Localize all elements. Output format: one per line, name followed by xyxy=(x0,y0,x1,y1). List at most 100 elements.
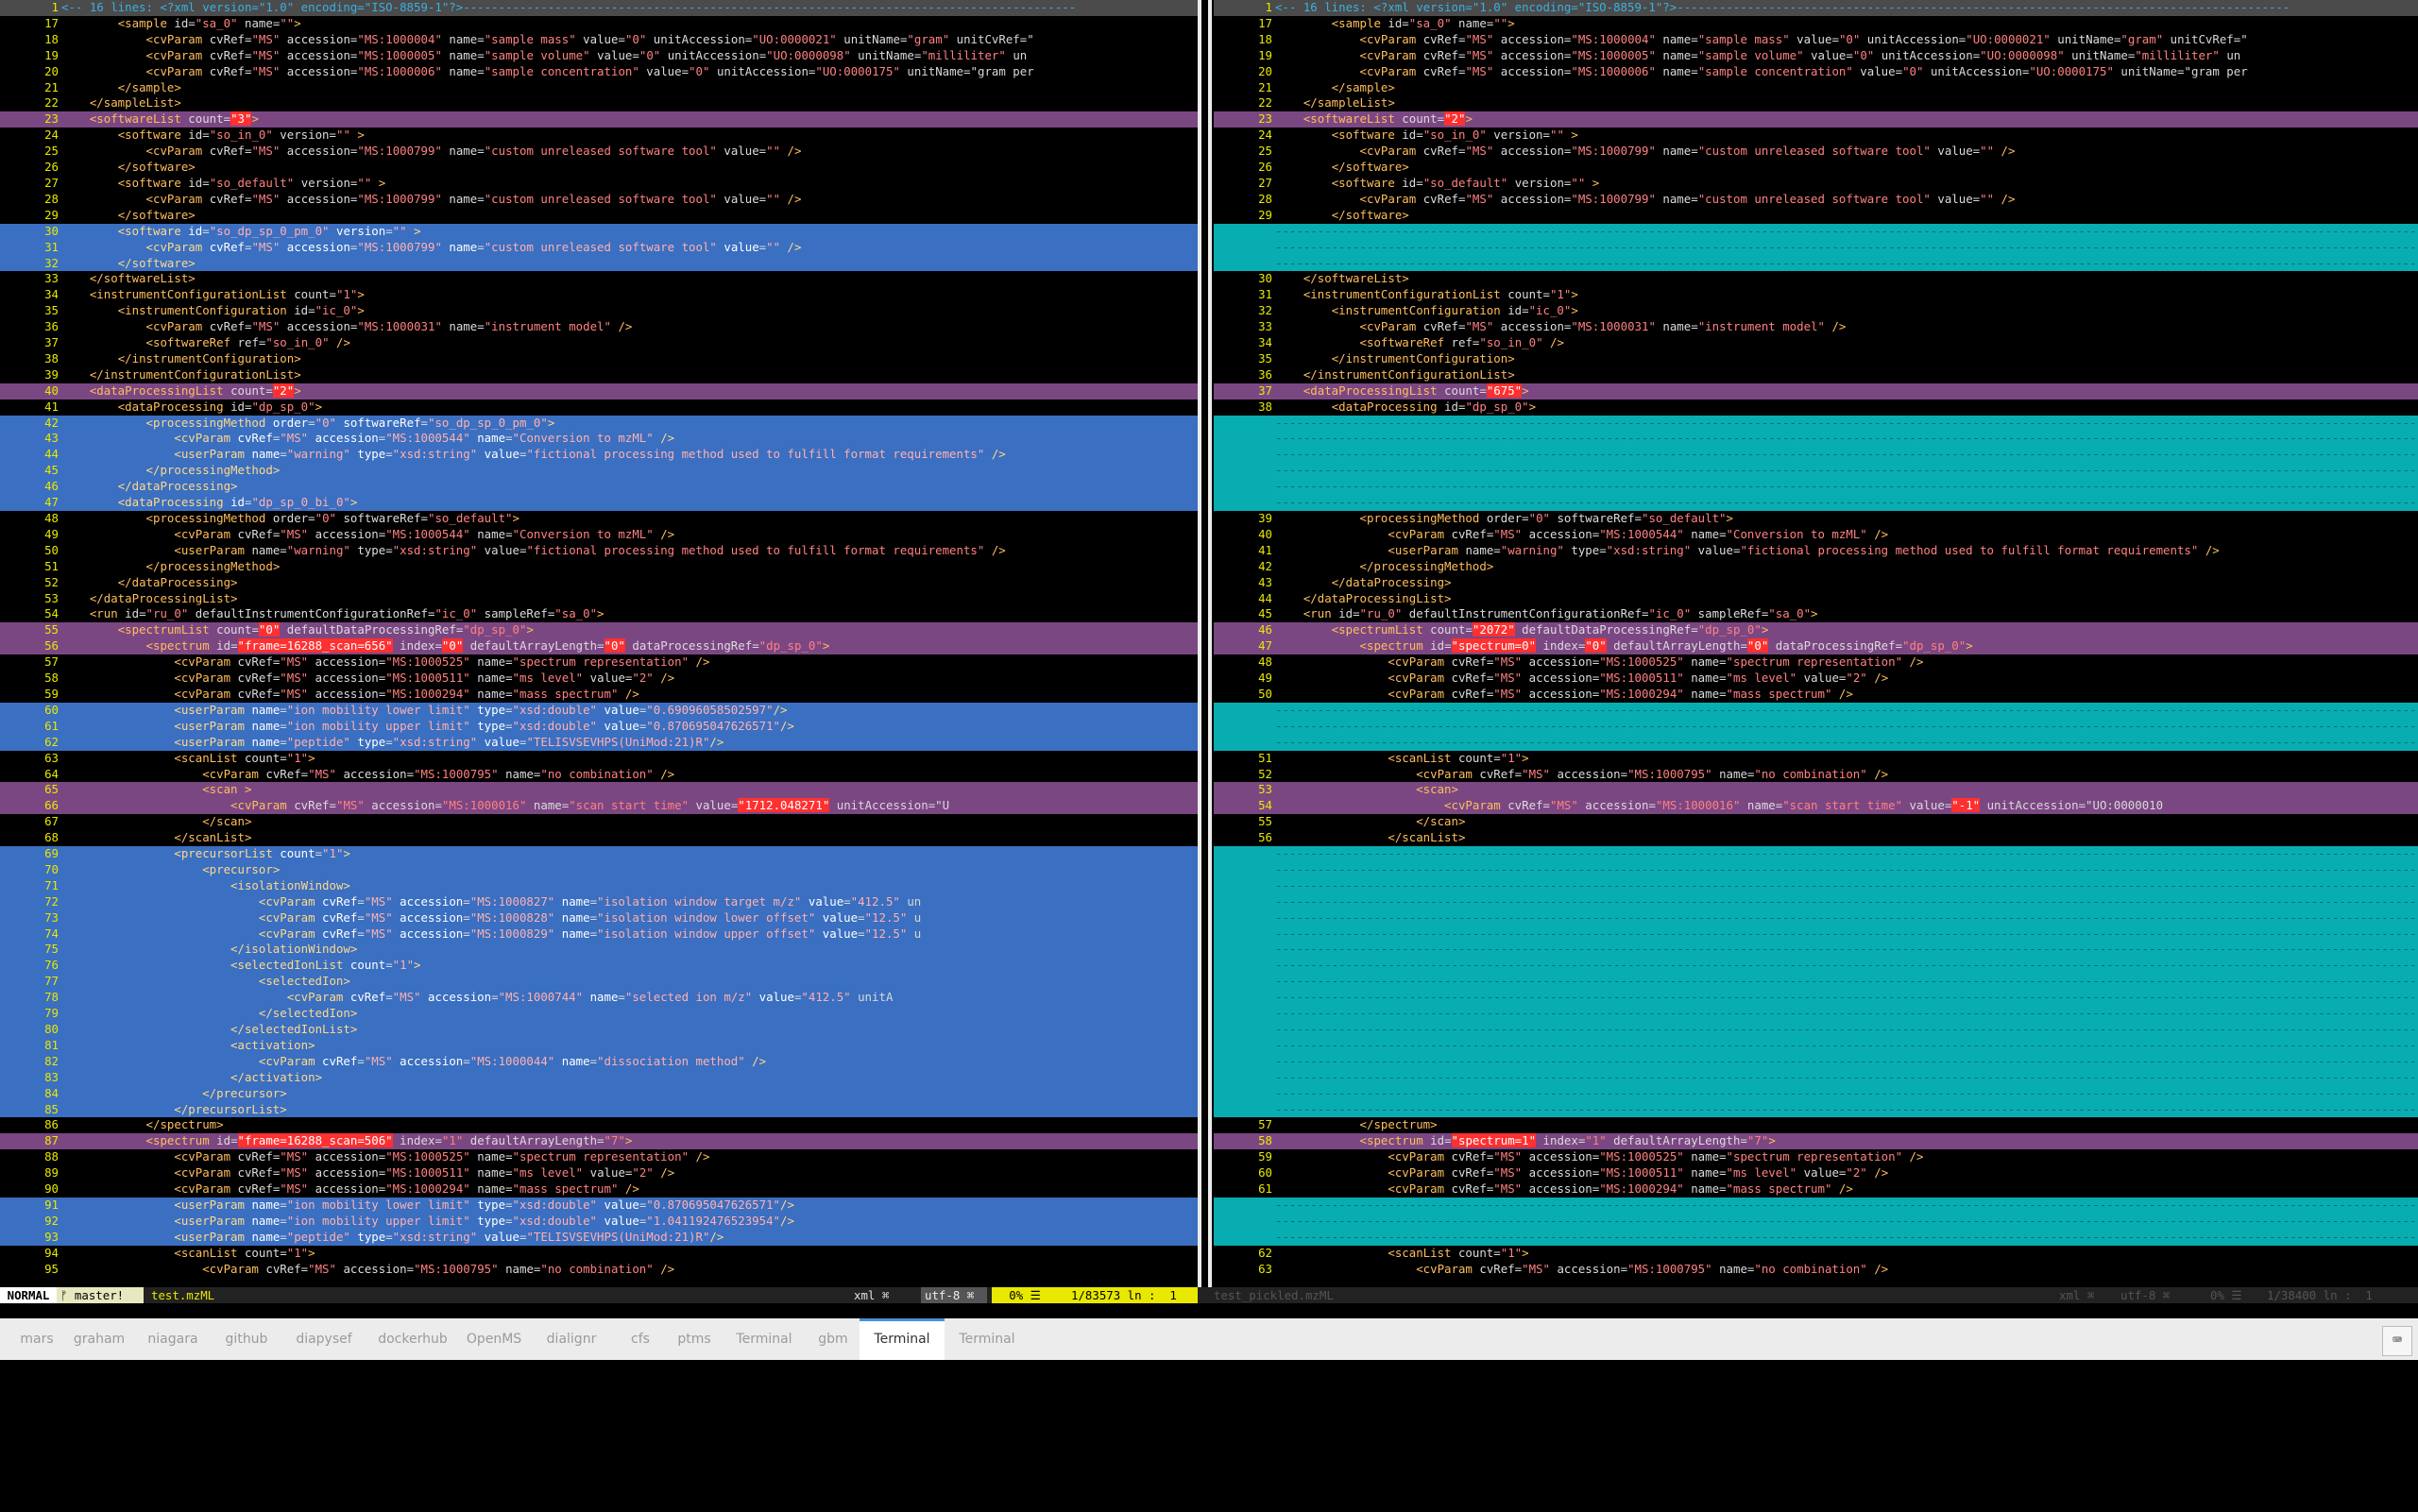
code-line[interactable]: 23 <softwareList count="2"> xyxy=(1214,111,2418,128)
code-line[interactable]: 44 <userParam name="warning" type="xsd:s… xyxy=(0,447,1198,464)
code-line[interactable]: 53 </dataProcessingList> xyxy=(0,591,1198,607)
code-line[interactable]: 86 </spectrum> xyxy=(0,1117,1198,1133)
diff-filler-line[interactable]: ----------------------------------------… xyxy=(1214,447,2418,464)
terminal-tab[interactable]: cfs xyxy=(614,1318,667,1360)
code-line[interactable]: 94 <scanList count="1"> xyxy=(0,1246,1198,1262)
diff-filler-line[interactable]: ----------------------------------------… xyxy=(1214,942,2418,959)
code-line[interactable]: 63 <scanList count="1"> xyxy=(0,751,1198,767)
code-line[interactable]: 81 <activation> xyxy=(0,1037,1198,1054)
left-diff-pane[interactable]: 1 <-- 16 lines: <?xml version="1.0" encod… xyxy=(0,0,1198,1287)
code-line[interactable]: 37 <softwareRef ref="so_in_0" /> xyxy=(0,335,1198,351)
code-line[interactable]: 73 <cvParam cvRef="MS" accession="MS:100… xyxy=(0,909,1198,926)
code-line[interactable]: 18 <cvParam cvRef="MS" accession="MS:100… xyxy=(1214,32,2418,48)
code-line[interactable]: 85 </precursorList> xyxy=(0,1101,1198,1118)
code-line[interactable]: 21 </sample> xyxy=(1214,80,2418,96)
diff-filler-line[interactable]: ----------------------------------------… xyxy=(1214,1006,2418,1022)
code-line[interactable]: 45 <run id="ru_0" defaultInstrumentConfi… xyxy=(1214,606,2418,622)
code-line[interactable]: 47 <dataProcessing id="dp_sp_0_bi_0"> xyxy=(0,495,1198,511)
code-line[interactable]: 49 <cvParam cvRef="MS" accession="MS:100… xyxy=(0,527,1198,543)
code-line[interactable]: 58 <spectrum id="spectrum=1" index="1" d… xyxy=(1214,1133,2418,1150)
code-line[interactable]: 19 <cvParam cvRef="MS" accession="MS:100… xyxy=(1214,48,2418,64)
diff-filler-line[interactable]: ----------------------------------------… xyxy=(1214,239,2418,256)
diff-filler-line[interactable]: ----------------------------------------… xyxy=(1214,734,2418,751)
terminal-tab[interactable]: github xyxy=(212,1318,281,1360)
diff-filler-line[interactable]: ----------------------------------------… xyxy=(1214,255,2418,272)
code-line[interactable]: 59 <cvParam cvRef="MS" accession="MS:100… xyxy=(1214,1149,2418,1165)
code-line[interactable]: 52 </dataProcessing> xyxy=(0,575,1198,591)
code-line[interactable]: 25 <cvParam cvRef="MS" accession="MS:100… xyxy=(0,144,1198,160)
diff-filler-line[interactable]: ----------------------------------------… xyxy=(1214,702,2418,719)
diff-filler-line[interactable]: ----------------------------------------… xyxy=(1214,909,2418,926)
code-line[interactable]: 40 <dataProcessingList count="2"> xyxy=(0,382,1198,399)
code-line[interactable]: 53 <scan> xyxy=(1214,782,2418,799)
code-line[interactable]: 20 <cvParam cvRef="MS" accession="MS:100… xyxy=(0,64,1198,80)
code-line[interactable]: 64 <cvParam cvRef="MS" accession="MS:100… xyxy=(0,767,1198,783)
code-line[interactable]: 62 <scanList count="1"> xyxy=(1214,1246,2418,1262)
code-line[interactable]: 80 </selectedIonList> xyxy=(0,1022,1198,1038)
code-line[interactable]: 20 <cvParam cvRef="MS" accession="MS:100… xyxy=(1214,64,2418,80)
diff-filler-line[interactable]: ----------------------------------------… xyxy=(1214,1053,2418,1070)
terminal-tab[interactable]: graham xyxy=(64,1318,134,1360)
code-line[interactable]: 93 <userParam name="peptide" type="xsd:s… xyxy=(0,1229,1198,1246)
diff-filler-line[interactable]: ----------------------------------------… xyxy=(1214,718,2418,735)
code-line[interactable]: 36 <cvParam cvRef="MS" accession="MS:100… xyxy=(0,319,1198,335)
code-line[interactable]: 51 </processingMethod> xyxy=(0,559,1198,575)
code-line[interactable]: 49 <cvParam cvRef="MS" accession="MS:100… xyxy=(1214,671,2418,687)
code-line[interactable]: 61 <userParam name="ion mobility upper l… xyxy=(0,718,1198,735)
diff-filler-line[interactable]: ----------------------------------------… xyxy=(1214,223,2418,240)
terminal-tab[interactable]: Terminal xyxy=(860,1318,945,1360)
code-line[interactable]: 78 <cvParam cvRef="MS" accession="MS:100… xyxy=(0,990,1198,1007)
code-line[interactable]: 46 <spectrumList count="2072" defaultDat… xyxy=(1214,622,2418,639)
code-line[interactable]: 66 <cvParam cvRef="MS" accession="MS:100… xyxy=(0,798,1198,815)
terminal-tab[interactable]: ptms xyxy=(667,1318,722,1360)
diff-filler-line[interactable]: ----------------------------------------… xyxy=(1214,1197,2418,1214)
code-line[interactable]: 28 <cvParam cvRef="MS" accession="MS:100… xyxy=(1214,192,2418,208)
code-line[interactable]: 41 <dataProcessing id="dp_sp_0"> xyxy=(0,399,1198,416)
diff-filler-line[interactable]: ----------------------------------------… xyxy=(1214,877,2418,894)
code-line[interactable]: 54 <cvParam cvRef="MS" accession="MS:100… xyxy=(1214,798,2418,815)
code-line[interactable]: 32 <instrumentConfiguration id="ic_0"> xyxy=(1214,303,2418,319)
code-line[interactable]: 90 <cvParam cvRef="MS" accession="MS:100… xyxy=(0,1181,1198,1198)
code-line[interactable]: 29 </software> xyxy=(1214,208,2418,224)
code-line[interactable]: 84 </precursor> xyxy=(0,1085,1198,1102)
code-line[interactable]: 65 <scan > xyxy=(0,782,1198,799)
terminal-tab[interactable]: dialignr xyxy=(529,1318,614,1360)
code-line[interactable]: 77 <selectedIon> xyxy=(0,974,1198,991)
code-line[interactable]: 48 <cvParam cvRef="MS" accession="MS:100… xyxy=(1214,654,2418,671)
terminal-tab[interactable]: Terminal xyxy=(945,1318,1030,1360)
code-line[interactable]: 22 </sampleList> xyxy=(0,95,1198,111)
diff-filler-line[interactable]: ----------------------------------------… xyxy=(1214,1101,2418,1118)
code-line[interactable]: 33 </softwareList> xyxy=(0,271,1198,287)
code-line[interactable]: 54 <run id="ru_0" defaultInstrumentConfi… xyxy=(0,606,1198,622)
diff-filler-line[interactable]: ----------------------------------------… xyxy=(1214,893,2418,910)
code-line[interactable]: 45 </processingMethod> xyxy=(0,463,1198,480)
code-line[interactable]: 21 </sample> xyxy=(0,80,1198,96)
code-line[interactable]: 39 <processingMethod order="0" softwareR… xyxy=(1214,511,2418,527)
fold-marker-line[interactable]: 1 <-- 16 lines: <?xml version="1.0" encod… xyxy=(1214,0,2418,16)
keyboard-icon[interactable]: ⌨ xyxy=(2382,1326,2412,1356)
code-line[interactable]: 67 </scan> xyxy=(0,814,1198,830)
code-line[interactable]: 29 </software> xyxy=(0,208,1198,224)
terminal-tab[interactable]: OpenMS xyxy=(459,1318,529,1360)
code-line[interactable]: 34 <softwareRef ref="so_in_0" /> xyxy=(1214,335,2418,351)
diff-filler-line[interactable]: ----------------------------------------… xyxy=(1214,926,2418,943)
code-line[interactable]: 62 <userParam name="peptide" type="xsd:s… xyxy=(0,734,1198,751)
code-line[interactable]: 88 <cvParam cvRef="MS" accession="MS:100… xyxy=(0,1149,1198,1165)
diff-filler-line[interactable]: ----------------------------------------… xyxy=(1214,1213,2418,1230)
diff-filler-line[interactable]: ----------------------------------------… xyxy=(1214,846,2418,862)
code-line[interactable]: 38 <dataProcessing id="dp_sp_0"> xyxy=(1214,399,2418,416)
code-line[interactable]: 42 <processingMethod order="0" softwareR… xyxy=(0,415,1198,432)
code-line[interactable]: 59 <cvParam cvRef="MS" accession="MS:100… xyxy=(0,687,1198,703)
code-line[interactable]: 30 </softwareList> xyxy=(1214,271,2418,287)
diff-filler-line[interactable]: ----------------------------------------… xyxy=(1214,1069,2418,1086)
code-line[interactable]: 60 <userParam name="ion mobility lower l… xyxy=(0,702,1198,719)
code-line[interactable]: 38 </instrumentConfiguration> xyxy=(0,351,1198,367)
diff-filler-line[interactable]: ----------------------------------------… xyxy=(1214,1037,2418,1054)
terminal-tab[interactable]: dockerhub xyxy=(366,1318,459,1360)
code-line[interactable]: 24 <software id="so_in_0" version="" > xyxy=(0,127,1198,144)
code-line[interactable]: 24 <software id="so_in_0" version="" > xyxy=(1214,127,2418,144)
code-line[interactable]: 43 <cvParam cvRef="MS" accession="MS:100… xyxy=(0,431,1198,448)
code-line[interactable]: 22 </sampleList> xyxy=(1214,95,2418,111)
code-line[interactable]: 89 <cvParam cvRef="MS" accession="MS:100… xyxy=(0,1165,1198,1181)
code-line[interactable]: 40 <cvParam cvRef="MS" accession="MS:100… xyxy=(1214,527,2418,543)
